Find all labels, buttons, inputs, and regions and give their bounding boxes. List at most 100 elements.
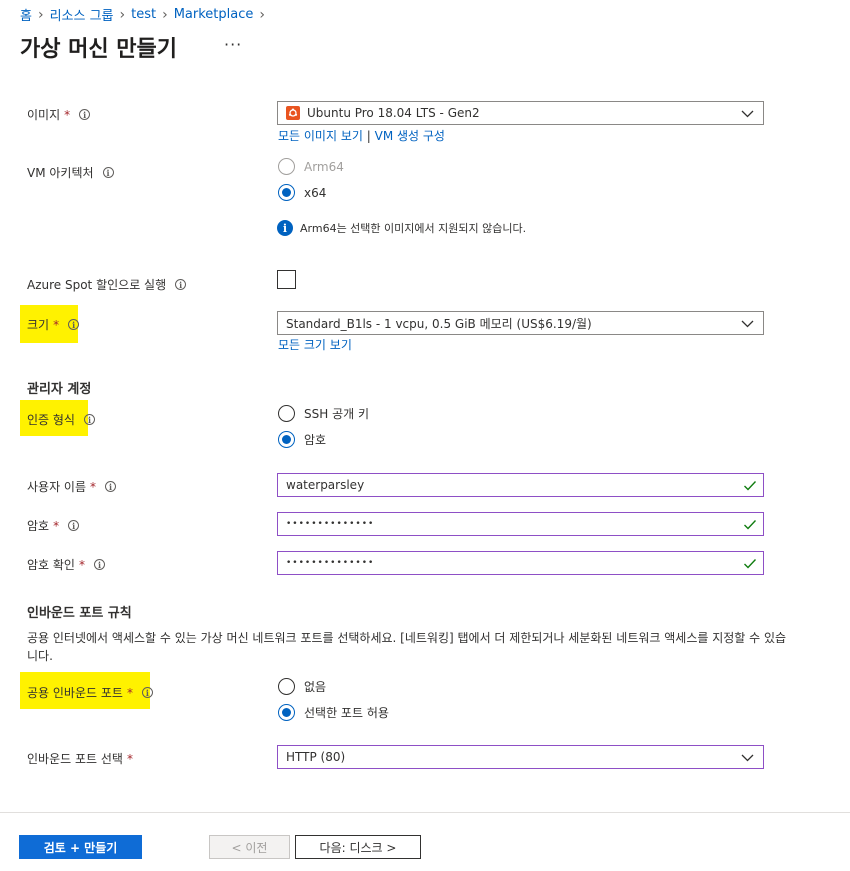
password-label: 암호 * i: [27, 517, 80, 534]
see-all-images-link[interactable]: 모든 이미지 보기: [278, 129, 363, 143]
checkmark-icon: [744, 559, 757, 569]
ubuntu-logo-icon: [286, 106, 300, 120]
confirm-password-field[interactable]: ••••••••••••••: [277, 551, 764, 575]
select-inbound-ports-label: 인바운드 포트 선택 *: [27, 750, 133, 767]
radio-circle[interactable]: [278, 405, 295, 422]
required-mark: *: [64, 107, 71, 122]
azure-spot-label-text: Azure Spot 할인으로 실행: [27, 278, 167, 292]
radio-arm64: Arm64: [278, 158, 344, 175]
info-filled-icon: i: [277, 220, 293, 236]
azure-spot-checkbox[interactable]: [277, 270, 296, 289]
required-mark: *: [126, 685, 133, 700]
info-icon[interactable]: i: [93, 559, 105, 570]
architecture-notice: i Arm64는 선택한 이미지에서 지원되지 않습니다.: [277, 220, 526, 236]
info-icon[interactable]: i: [105, 481, 117, 492]
confirm-password-label-text: 암호 확인: [27, 558, 75, 572]
breadcrumb-marketplace[interactable]: Marketplace: [174, 7, 254, 22]
image-select[interactable]: Ubuntu Pro 18.04 LTS - Gen2: [277, 101, 764, 125]
radio-none[interactable]: 없음: [278, 678, 326, 695]
review-create-button[interactable]: 검토 + 만들기: [19, 835, 142, 859]
radio-circle: [278, 158, 295, 175]
public-inbound-ports-label-text: 공용 인바운드 포트: [27, 686, 123, 700]
architecture-notice-text: Arm64는 선택한 이미지에서 지원되지 않습니다.: [300, 222, 527, 235]
password-field[interactable]: ••••••••••••••: [277, 512, 764, 536]
vm-architecture-label: VM 아키텍처 i: [27, 164, 114, 181]
required-mark: *: [78, 557, 85, 572]
info-icon[interactable]: i: [68, 520, 80, 531]
info-icon[interactable]: i: [175, 279, 187, 290]
radio-circle[interactable]: [278, 184, 295, 201]
public-inbound-ports-label: 공용 인바운드 포트 * i: [27, 684, 153, 701]
required-mark: *: [90, 479, 97, 494]
chevron-right-icon: ›: [119, 6, 126, 23]
radio-ssh-key-label: SSH 공개 키: [304, 407, 370, 421]
confirm-password-field-value: ••••••••••••••: [286, 558, 375, 568]
vm-architecture-label-text: VM 아키텍처: [27, 166, 94, 180]
radio-circle[interactable]: [278, 704, 295, 721]
checkmark-icon: [744, 481, 757, 491]
chevron-down-icon: [741, 320, 754, 328]
admin-account-header: 관리자 계정: [27, 382, 92, 397]
footer-divider: [0, 812, 850, 813]
breadcrumb: 홈 › 리소스 그룹 › test › Marketplace ›: [20, 5, 271, 25]
radio-arm64-label: Arm64: [304, 159, 344, 174]
page-title: 가상 머신 만들기: [20, 37, 177, 62]
auth-type-label-text: 인증 형식: [27, 413, 75, 427]
radio-x64[interactable]: x64: [278, 184, 326, 201]
next-disks-button[interactable]: 다음: 디스크 >: [295, 835, 421, 859]
inbound-rules-description: 공용 인터넷에서 액세스할 수 있는 가상 머신 네트워크 포트를 선택하세요.…: [27, 631, 787, 663]
username-label-text: 사용자 이름: [27, 480, 87, 494]
info-icon[interactable]: i: [68, 319, 80, 330]
radio-circle[interactable]: [278, 678, 295, 695]
chevron-right-icon: ›: [37, 6, 44, 23]
azure-spot-label: Azure Spot 할인으로 실행 i: [27, 276, 187, 293]
configure-vm-generation-link[interactable]: VM 생성 구성: [375, 129, 445, 143]
username-field[interactable]: waterparsley: [277, 473, 764, 497]
size-select[interactable]: Standard_B1ls - 1 vcpu, 0.5 GiB 메모리 (US$…: [277, 311, 764, 335]
info-icon[interactable]: i: [141, 687, 153, 698]
radio-password[interactable]: 암호: [278, 431, 326, 448]
required-mark: *: [53, 518, 60, 533]
auth-type-label: 인증 형식 i: [27, 411, 95, 428]
info-icon[interactable]: i: [83, 414, 95, 425]
select-inbound-ports-label-text: 인바운드 포트 선택: [27, 752, 123, 766]
inbound-rules-header: 인바운드 포트 규칙: [27, 606, 132, 621]
link-separator: |: [366, 129, 371, 143]
info-icon[interactable]: i: [102, 167, 114, 178]
more-options-icon[interactable]: ···: [224, 35, 242, 54]
radio-ssh-key[interactable]: SSH 공개 키: [278, 405, 369, 422]
password-label-text: 암호: [27, 519, 50, 533]
chevron-right-icon: ›: [162, 6, 168, 23]
size-select-value: Standard_B1ls - 1 vcpu, 0.5 GiB 메모리 (US$…: [286, 316, 592, 331]
required-mark: *: [53, 317, 60, 332]
chevron-right-icon: ›: [259, 6, 265, 23]
radio-x64-label: x64: [304, 185, 327, 200]
size-label: 크기 * i: [27, 316, 80, 333]
confirm-password-label: 암호 확인 * i: [27, 556, 105, 573]
image-links: 모든 이미지 보기 | VM 생성 구성: [278, 127, 445, 144]
checkmark-icon: [744, 520, 757, 530]
breadcrumb-resource-groups[interactable]: 리소스 그룹: [50, 5, 114, 24]
previous-button: < 이전: [209, 835, 290, 859]
radio-allow-selected-ports[interactable]: 선택한 포트 허용: [278, 704, 389, 721]
info-icon[interactable]: i: [79, 109, 91, 120]
password-field-value: ••••••••••••••: [286, 519, 375, 529]
chevron-down-icon: [741, 754, 754, 762]
inbound-ports-select[interactable]: HTTP (80): [277, 745, 764, 769]
radio-password-label: 암호: [304, 433, 327, 447]
radio-circle[interactable]: [278, 431, 295, 448]
breadcrumb-test[interactable]: test: [131, 7, 156, 22]
chevron-down-icon: [741, 110, 754, 118]
radio-allow-selected-ports-label: 선택한 포트 허용: [304, 706, 389, 720]
username-label: 사용자 이름 * i: [27, 478, 117, 495]
inbound-ports-select-value: HTTP (80): [286, 750, 346, 764]
image-label: 이미지 * i: [27, 106, 91, 123]
breadcrumb-home[interactable]: 홈: [20, 5, 32, 24]
image-label-text: 이미지: [27, 108, 61, 122]
see-all-sizes-link[interactable]: 모든 크기 보기: [278, 336, 352, 353]
required-mark: *: [126, 751, 133, 766]
size-label-text: 크기: [27, 318, 50, 332]
radio-none-label: 없음: [304, 680, 327, 694]
username-field-value: waterparsley: [286, 478, 365, 492]
image-select-value: Ubuntu Pro 18.04 LTS - Gen2: [307, 106, 480, 120]
